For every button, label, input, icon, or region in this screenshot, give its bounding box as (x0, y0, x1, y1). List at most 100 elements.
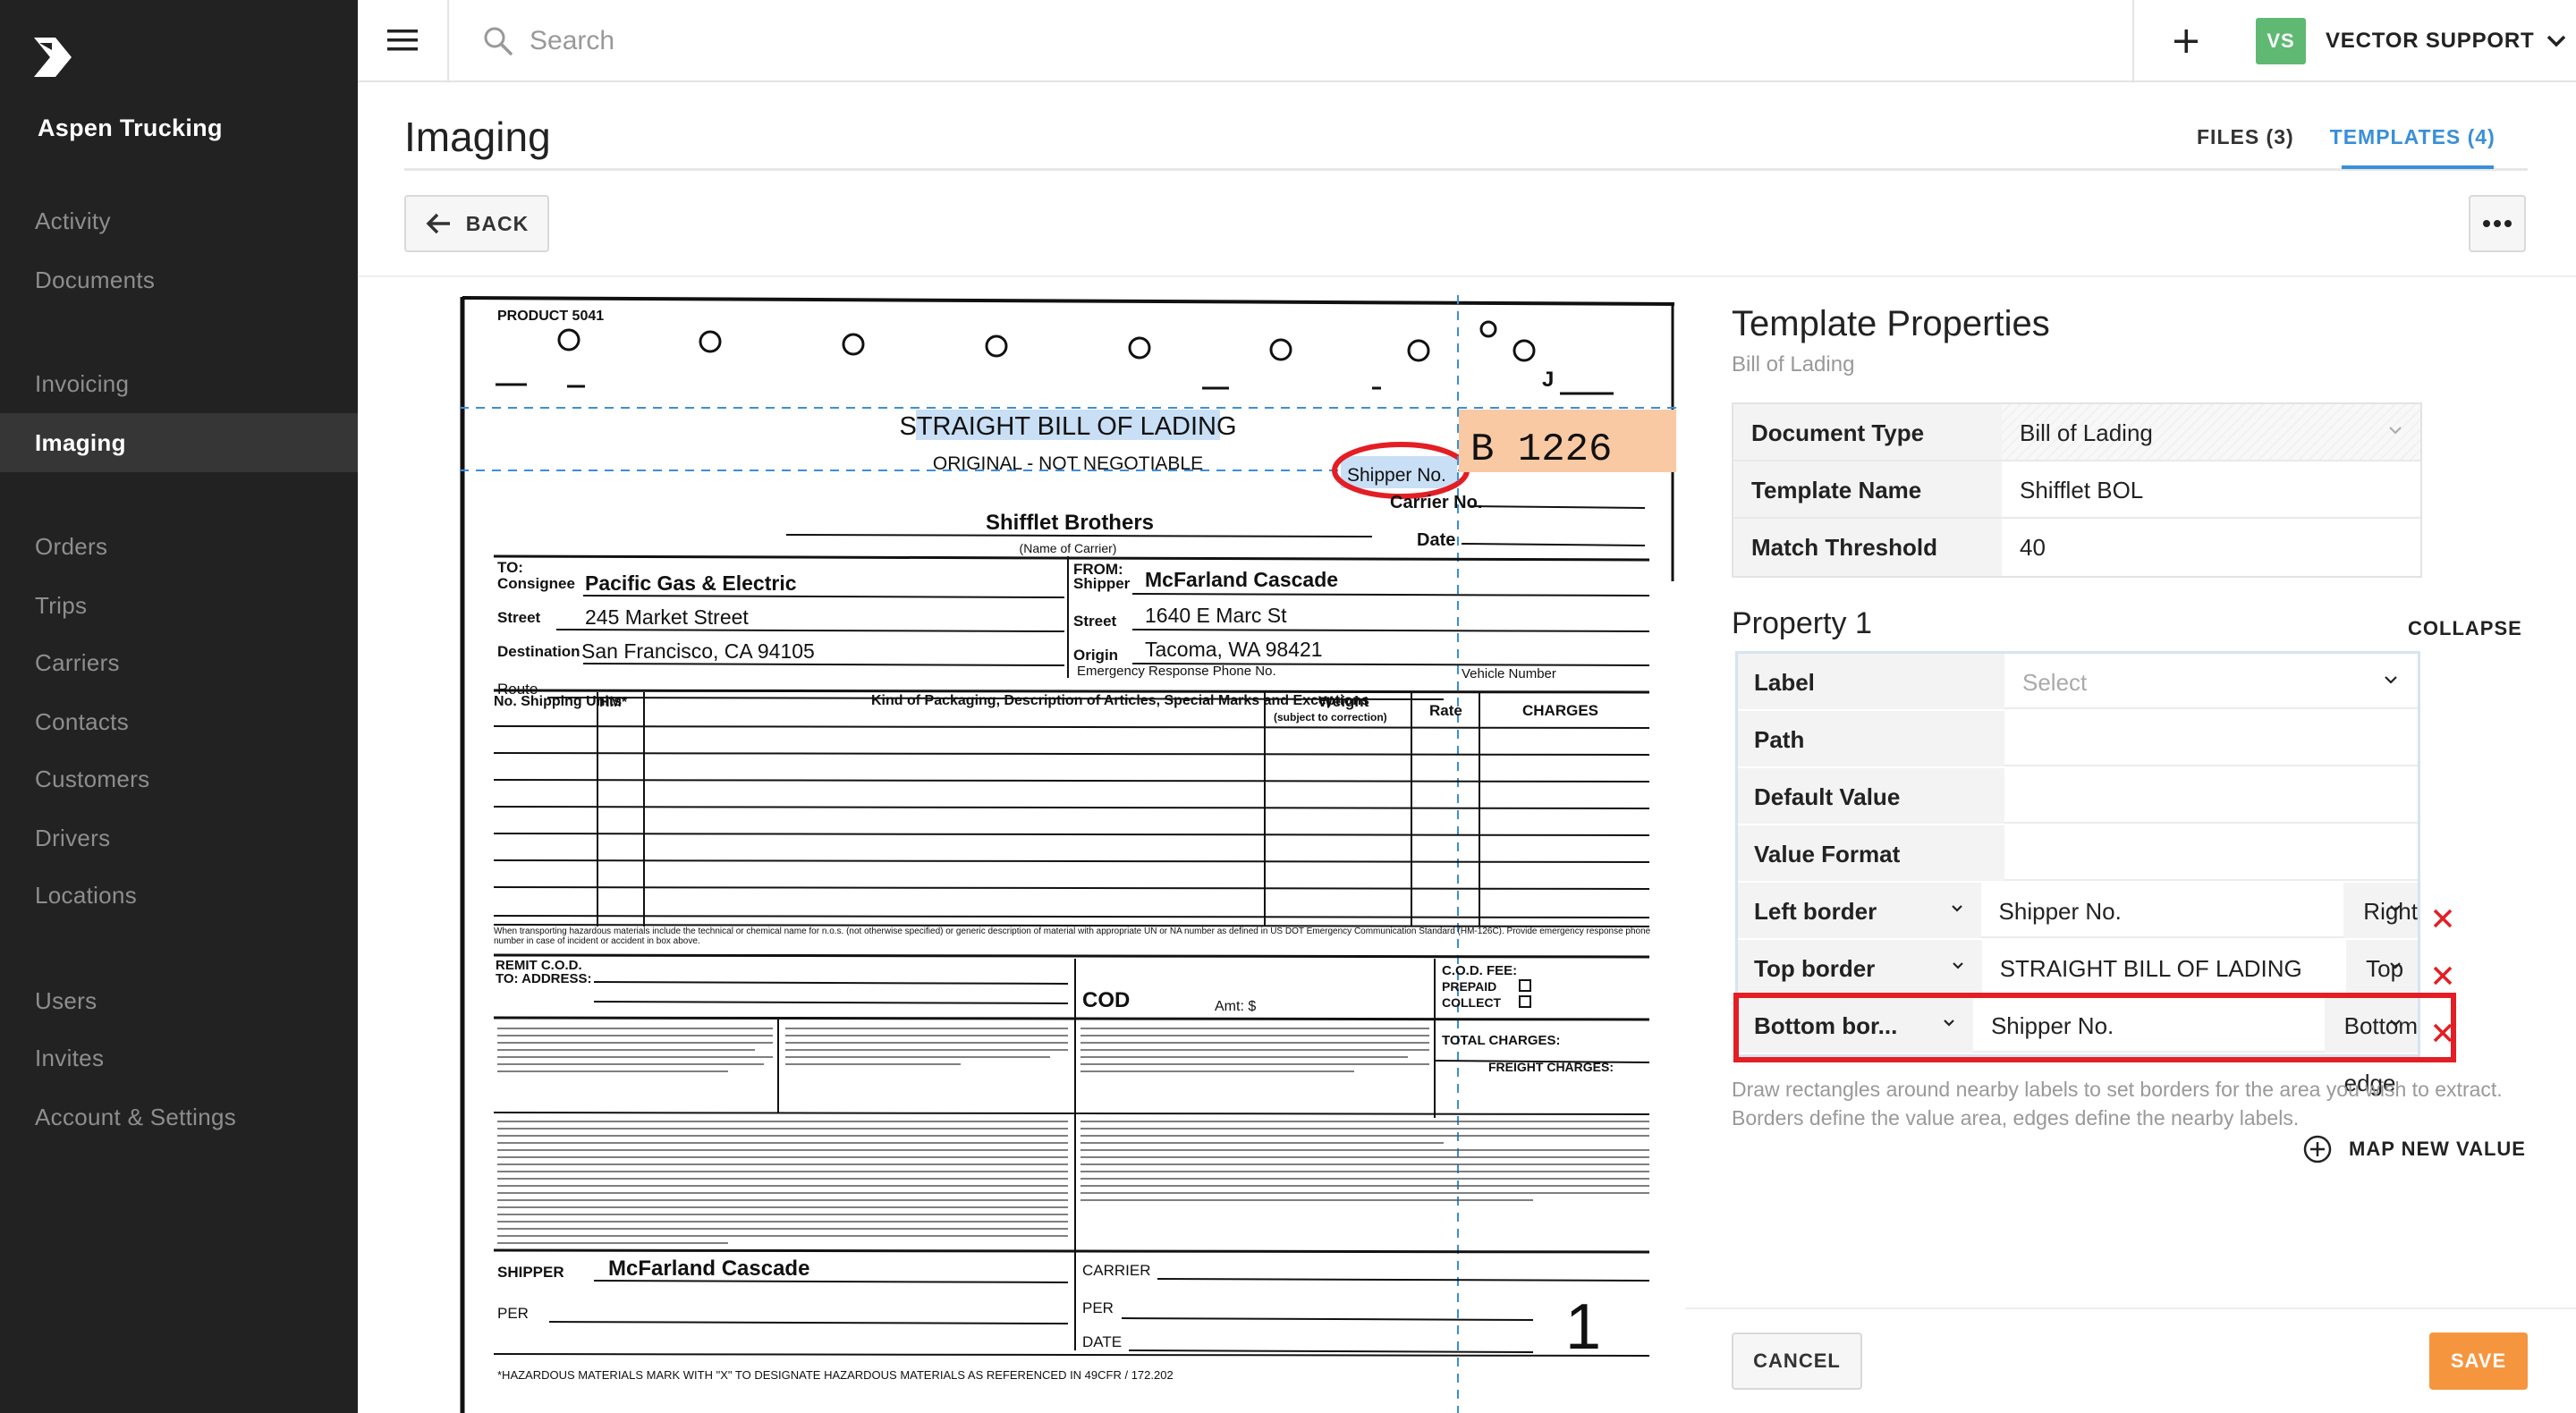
property-row-match-threshold: Match Threshold 40 (1733, 519, 2420, 576)
remove-border-icon[interactable] (2429, 962, 2456, 989)
sidebar-item-activity[interactable]: Activity (0, 191, 358, 250)
doc-to-label: TO: (497, 559, 523, 576)
doc-shipper-street: 1640 E Marc St (1145, 604, 1287, 627)
sidebar-item-trips[interactable]: Trips (0, 576, 358, 635)
doc-shipper: McFarland Cascade (1145, 568, 1338, 591)
sidebar-item-carriers[interactable]: Carriers (0, 633, 358, 692)
plus-icon (2174, 30, 2198, 53)
edge-select[interactable]: Top edge (2346, 940, 2418, 1039)
field-row-default-value: Default Value (1738, 768, 2418, 825)
company-name: Aspen Trucking (38, 114, 223, 141)
default-value-field[interactable] (2004, 768, 2418, 824)
match-threshold-field[interactable]: 40 (2002, 519, 2420, 576)
path-field[interactable] (2004, 711, 2418, 766)
sidebar-item-users[interactable]: Users (0, 971, 358, 1030)
doc-prepaid-label: PREPAID (1442, 979, 1496, 994)
back-button-label: BACK (465, 211, 530, 235)
doc-col-rate: Rate (1429, 702, 1462, 719)
chevron-down-icon (1952, 962, 1963, 969)
sidebar-item-drivers[interactable]: Drivers (0, 808, 358, 867)
remove-border-icon[interactable] (2429, 905, 2456, 932)
sidebar-item-invoicing[interactable]: Invoicing (0, 354, 358, 413)
doc-emergency-label: Emergency Response Phone No. (1077, 664, 1276, 679)
border-type-select[interactable]: Top border (1738, 940, 1982, 995)
doc-mark: J (1542, 368, 1554, 392)
document-type-select[interactable]: Bill of Lading (2002, 404, 2420, 460)
doc-origin-label: Origin (1073, 647, 1118, 664)
back-button[interactable]: BACK (404, 195, 549, 252)
border-label-field[interactable]: STRAIGHT BILL OF LADING (1981, 940, 2347, 995)
field-label: Path (1738, 711, 2004, 766)
app-logo-icon[interactable] (32, 36, 75, 79)
doc-col-charges: CHARGES (1522, 702, 1598, 719)
save-button[interactable]: SAVE (2429, 1333, 2528, 1390)
doc-shipper-sig-label: SHIPPER (497, 1264, 564, 1281)
doc-shipper-street-label: Street (1073, 613, 1117, 630)
sidebar-item-account-settings[interactable]: Account & Settings (0, 1087, 358, 1146)
field-label: Default Value (1738, 768, 2004, 824)
border-type-label: Top border (1754, 955, 1876, 982)
border-label-field[interactable]: Shipper No. (1980, 883, 2344, 938)
panel-title: Template Properties (1732, 304, 2050, 343)
edge-select[interactable]: Right edge (2343, 883, 2418, 982)
tab-files[interactable]: FILES (3) (2197, 125, 2294, 149)
template-name-field[interactable]: Shifflet BOL (2002, 461, 2420, 517)
chevron-down-icon (2547, 35, 2566, 47)
doc-per-label: PER (497, 1305, 529, 1322)
user-name: VECTOR SUPPORT (2326, 29, 2535, 53)
doc-shipper-no-value: B 1226 (1470, 427, 1612, 472)
field-row-value-format: Value Format (1738, 825, 2418, 883)
field-row-path: Path (1738, 711, 2418, 768)
border-row-left: Left border Shipper No. Right edge (1738, 883, 2418, 982)
doc-vehicle-label: Vehicle Number (1462, 666, 1556, 681)
sidebar-item-documents[interactable]: Documents (0, 250, 358, 309)
doc-page-number: 1 (1565, 1291, 1601, 1363)
panel-subtitle: Bill of Lading (1732, 352, 1855, 377)
tab-templates[interactable]: TEMPLATES (4) (2330, 125, 2496, 149)
doc-subtitle: ORIGINAL - NOT NEGOTIABLE (933, 453, 1203, 474)
sidebar-item-customers[interactable]: Customers (0, 749, 358, 808)
map-new-value-label: MAP NEW VALUE (2349, 1138, 2526, 1160)
doc-cod-fee-label: C.O.D. FEE: (1442, 963, 1517, 978)
chevron-down-icon (2390, 962, 2401, 969)
label-select-placeholder: Select (2022, 669, 2088, 696)
map-new-value-button[interactable]: MAP NEW VALUE (2302, 1134, 2526, 1164)
document-image[interactable]: PRODUCT 5041 J STRAIGHT BILL OF LADING O… (460, 295, 1676, 1413)
label-select[interactable]: Select (2004, 654, 2418, 709)
doc-consignee-label: Consignee (497, 575, 575, 592)
top-bar: VS VECTOR SUPPORT (358, 0, 2576, 82)
sidebar-item-invites[interactable]: Invites (0, 1028, 358, 1087)
more-options-button[interactable] (2469, 195, 2526, 252)
doc-col-weight: Weight (1318, 693, 1369, 710)
search-bar (483, 20, 1245, 63)
search-input[interactable] (530, 26, 1245, 56)
doc-carrier-per-label: PER (1082, 1299, 1114, 1316)
document-type-value: Bill of Lading (2020, 419, 2153, 446)
document-viewer[interactable]: PRODUCT 5041 J STRAIGHT BILL OF LADING O… (358, 277, 1685, 1413)
menu-button[interactable] (358, 0, 449, 80)
sidebar: Aspen Trucking Activity Documents Invoic… (0, 0, 358, 1413)
template-properties-panel: Template Properties Bill of Lading Docum… (1685, 277, 2576, 1413)
doc-title: STRAIGHT BILL OF LADING (899, 412, 1236, 441)
avatar: VS (2256, 18, 2306, 64)
value-format-field[interactable] (2004, 825, 2418, 881)
border-type-select[interactable]: Left border (1738, 883, 1981, 938)
doc-carrier-sig-label: CARRIER (1082, 1262, 1151, 1279)
doc-consignee-street: 245 Market Street (585, 605, 749, 629)
tab-bar: FILES (3) TEMPLATES (4) (2197, 125, 2531, 149)
doc-destination-label: Destination (497, 643, 580, 660)
doc-consignee: Pacific Gas & Electric (585, 571, 797, 595)
user-menu[interactable]: VS VECTOR SUPPORT (2256, 18, 2566, 64)
property-label: Template Name (1733, 461, 2002, 517)
cancel-button[interactable]: CANCEL (1732, 1333, 1862, 1390)
sidebar-item-orders[interactable]: Orders (0, 517, 358, 576)
sidebar-item-imaging[interactable]: Imaging (0, 413, 358, 472)
doc-origin: Tacoma, WA 98421 (1145, 638, 1323, 661)
collapse-button[interactable]: COLLAPSE (2408, 617, 2522, 640)
sidebar-item-contacts[interactable]: Contacts (0, 692, 358, 751)
chevron-down-icon (1951, 905, 1962, 912)
doc-carrier-caption: (Name of Carrier) (1020, 541, 1117, 555)
sidebar-item-locations[interactable]: Locations (0, 866, 358, 925)
add-button[interactable] (2165, 20, 2207, 63)
property-label: Document Type (1733, 404, 2002, 460)
